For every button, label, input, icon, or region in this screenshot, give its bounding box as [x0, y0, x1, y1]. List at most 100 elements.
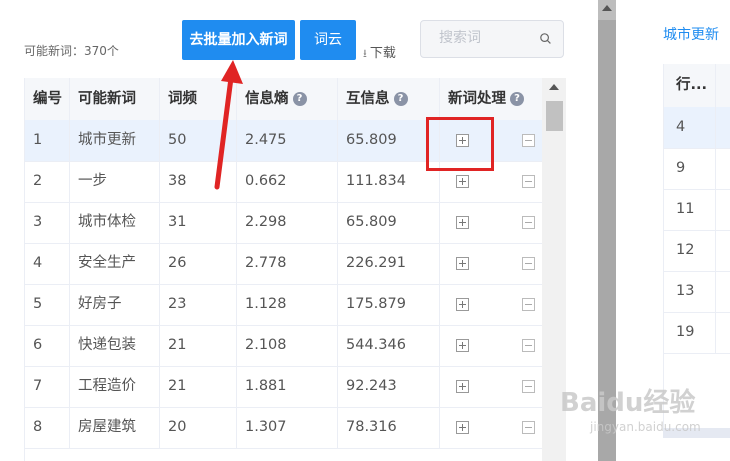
scroll-up-arrow-icon[interactable]: [549, 84, 559, 90]
column-header-mutual-info-label: 互信息: [346, 91, 390, 107]
watermark-logo: Baidu经验: [560, 388, 696, 418]
cell-frequency: 26: [160, 243, 237, 284]
cell-id: 8: [25, 407, 70, 448]
remove-word-icon[interactable]: [522, 134, 535, 147]
cell-action: [440, 243, 543, 284]
occurrence-row[interactable]: 13: [664, 271, 730, 313]
table-row[interactable]: 5 好房子 23 1.128 175.879: [25, 284, 543, 326]
cell-line-number: 13: [664, 271, 716, 312]
cell-id: 3: [25, 202, 70, 243]
remove-word-icon[interactable]: [522, 175, 535, 188]
cell-mutual-info: 65.809: [338, 120, 440, 161]
scroll-up-arrow-icon[interactable]: [602, 5, 612, 11]
table-scrollbar-thumb[interactable]: [546, 101, 563, 131]
cell-word: 房屋建筑: [70, 407, 160, 448]
cell-line-number: 11: [664, 189, 716, 230]
occurrence-row[interactable]: 11: [664, 189, 730, 231]
cell-word: 好房子: [70, 284, 160, 325]
cell-line-number: 12: [664, 230, 716, 271]
watermark-url: jingyan.baidu.com: [590, 420, 701, 434]
add-word-icon[interactable]: [456, 257, 469, 270]
table-row[interactable]: 7 工程造价 21 1.881 92.243: [25, 366, 543, 408]
cell-frequency: 20: [160, 407, 237, 448]
column-header-action-label: 新词处理: [448, 91, 506, 107]
search-box[interactable]: [420, 20, 564, 58]
annotation-highlight-box: [426, 117, 494, 171]
cell-frequency: 31: [160, 202, 237, 243]
column-header-entropy[interactable]: 信息熵?: [237, 78, 338, 120]
occurrence-row[interactable]: 12: [664, 230, 730, 272]
add-word-icon[interactable]: [456, 380, 469, 393]
remove-word-icon[interactable]: [522, 257, 535, 270]
remove-word-icon[interactable]: [522, 421, 535, 434]
remove-word-icon[interactable]: [522, 216, 535, 229]
remove-word-icon[interactable]: [522, 380, 535, 393]
cell-id: 5: [25, 284, 70, 325]
remove-word-icon[interactable]: [522, 339, 535, 352]
cell-word: 城市体检: [70, 202, 160, 243]
cell-action: [440, 407, 543, 448]
occurrence-row[interactable]: 19: [664, 312, 730, 354]
cell-word: 一步: [70, 161, 160, 202]
add-word-icon[interactable]: [456, 298, 469, 311]
occurrence-table: 行... 4 9 11 12 13 19: [663, 64, 730, 428]
cell-mutual-info: 226.291: [338, 243, 440, 284]
cell-entropy: 1.881: [237, 366, 338, 407]
cell-mutual-info: 92.243: [338, 366, 440, 407]
cell-id: 4: [25, 243, 70, 284]
batch-add-new-words-button[interactable]: 去批量加入新词: [182, 20, 295, 60]
cell-frequency: 21: [160, 366, 237, 407]
help-icon[interactable]: ?: [510, 92, 524, 106]
table-row[interactable]: 6 快递包装 21 2.108 544.346: [25, 325, 543, 367]
help-icon[interactable]: ?: [393, 92, 408, 106]
add-word-icon[interactable]: [456, 421, 469, 434]
cell-line-number: 19: [664, 312, 716, 353]
cell-id: 7: [25, 366, 70, 407]
column-header-line[interactable]: 行...: [664, 64, 716, 107]
cell-entropy: 1.128: [237, 284, 338, 325]
cell-mutual-info: 78.316: [338, 407, 440, 448]
table-header: 编号 可能新词 词频 信息熵? 互信息? 新词处理?: [25, 78, 543, 121]
cell-entropy: 0.662: [237, 161, 338, 202]
cell-action: [440, 325, 543, 366]
cell-mutual-info: 175.879: [338, 284, 440, 325]
table-row[interactable]: 3 城市体检 31 2.298 65.809: [25, 202, 543, 244]
word-cloud-button[interactable]: 词云: [300, 20, 356, 60]
column-header-mutual-info[interactable]: 互信息?: [338, 78, 440, 120]
cell-mutual-info: 111.834: [338, 161, 440, 202]
help-icon[interactable]: ?: [292, 92, 307, 106]
cell-word: 工程造价: [70, 366, 160, 407]
column-header-word[interactable]: 可能新词: [70, 78, 160, 120]
cell-word: 城市更新: [70, 120, 160, 161]
table-row[interactable]: 8 房屋建筑 20 1.307 78.316: [25, 407, 543, 449]
new-word-count: 可能新词：370个: [24, 44, 119, 58]
occurrence-row[interactable]: 4: [664, 107, 730, 149]
download-label: 下载: [369, 46, 396, 61]
cell-id: 1: [25, 120, 70, 161]
search-input[interactable]: [437, 29, 536, 47]
cell-mutual-info: 65.809: [338, 202, 440, 243]
right-panel-title[interactable]: 城市更新: [663, 24, 719, 44]
cell-action: [440, 202, 543, 243]
cell-frequency: 21: [160, 325, 237, 366]
download-link[interactable]: ⭳ 下载: [363, 42, 396, 64]
occurrence-row[interactable]: 9: [664, 148, 730, 190]
add-word-icon[interactable]: [456, 216, 469, 229]
add-word-icon[interactable]: [456, 339, 469, 352]
cell-action: [440, 284, 543, 325]
table-row[interactable]: 4 安全生产 26 2.778 226.291: [25, 243, 543, 285]
add-word-icon[interactable]: [456, 175, 469, 188]
cell-entropy: 2.778: [237, 243, 338, 284]
cell-mutual-info: 544.346: [338, 325, 440, 366]
search-icon[interactable]: [540, 33, 551, 44]
cell-entropy: 1.307: [237, 407, 338, 448]
cell-entropy: 2.108: [237, 325, 338, 366]
cell-id: 6: [25, 325, 70, 366]
column-header-id[interactable]: 编号: [25, 78, 70, 120]
remove-word-icon[interactable]: [522, 298, 535, 311]
cell-id: 2: [25, 161, 70, 202]
cell-entropy: 2.298: [237, 202, 338, 243]
cell-word: 安全生产: [70, 243, 160, 284]
annotation-arrow: [214, 60, 243, 190]
download-arrow-icon: ⭳: [363, 47, 367, 60]
